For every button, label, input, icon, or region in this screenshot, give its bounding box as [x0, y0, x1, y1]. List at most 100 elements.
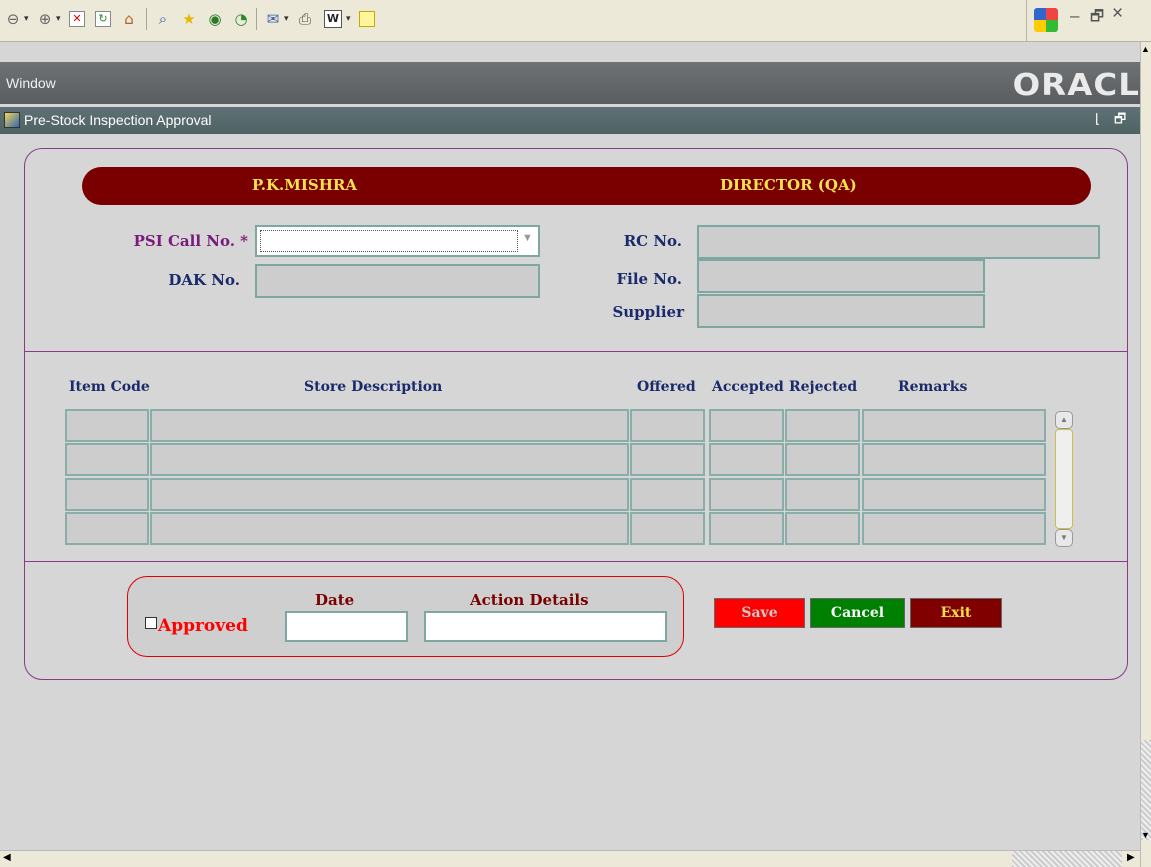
grid-cell[interactable] — [709, 512, 784, 545]
scroll-right-icon[interactable]: ▶ — [1127, 852, 1135, 863]
grid-cell[interactable] — [630, 478, 705, 511]
edit-icon[interactable]: W — [322, 8, 344, 30]
toolbar-separator — [146, 8, 147, 30]
oracle-window-bar: Window ORACL — [0, 62, 1140, 104]
discuss-icon[interactable] — [356, 8, 378, 30]
cancel-button[interactable]: Cancel — [810, 598, 905, 628]
psi-call-select[interactable]: ▼ — [255, 225, 540, 257]
back-dropdown-icon[interactable]: ▾ — [24, 13, 29, 24]
favorites-icon[interactable]: ★ — [178, 8, 200, 30]
psi-call-label: PSI Call No. * — [133, 232, 248, 250]
date-label: Date — [315, 591, 355, 609]
approved-checkbox[interactable] — [145, 617, 157, 629]
grid-cell[interactable] — [709, 409, 784, 442]
grid-cell[interactable] — [862, 512, 1046, 545]
search-icon[interactable]: ⌕ — [152, 8, 174, 30]
col-store-description: Store Description — [304, 379, 443, 395]
grid-cell[interactable] — [862, 478, 1046, 511]
grid-cell[interactable] — [709, 478, 784, 511]
minimize-form-icon[interactable]: ⌊ — [1095, 111, 1100, 127]
file-label: File No. — [616, 270, 683, 288]
col-accepted: Accepted — [712, 379, 784, 395]
grid-cell[interactable] — [65, 478, 149, 511]
approved-label: Approved — [158, 616, 248, 636]
stop-icon[interactable]: ✕ — [66, 8, 88, 30]
grid-cell[interactable] — [630, 409, 705, 442]
home-icon[interactable]: ⌂ — [118, 8, 140, 30]
grid-cell[interactable] — [862, 409, 1046, 442]
form-app-icon — [4, 112, 20, 128]
col-item-code: Item Code — [69, 379, 150, 395]
history-icon[interactable]: ◔ — [230, 8, 252, 30]
grid-cell[interactable] — [862, 443, 1046, 476]
grid-cell[interactable] — [630, 443, 705, 476]
toolbar-separator — [256, 8, 257, 30]
scroll-down-icon[interactable]: ▼ — [1141, 830, 1150, 840]
file-field[interactable] — [697, 259, 985, 293]
grid-cell[interactable] — [709, 443, 784, 476]
save-button[interactable]: Save — [714, 598, 805, 628]
mail-icon[interactable]: ✉ — [262, 8, 284, 30]
dak-label: DAK No. — [168, 271, 240, 289]
user-designation: DIRECTOR (QA) — [720, 176, 857, 194]
supplier-field[interactable] — [697, 294, 985, 328]
grid-cell[interactable] — [630, 512, 705, 545]
grid-cell[interactable] — [150, 409, 629, 442]
focus-ring — [260, 230, 518, 252]
col-rejected: Rejected — [789, 379, 858, 395]
grid-cell[interactable] — [785, 478, 860, 511]
scroll-up-icon[interactable]: ▲ — [1141, 44, 1150, 54]
close-icon[interactable]: × — [1112, 3, 1123, 25]
scroll-track[interactable] — [1012, 851, 1122, 867]
grid-cell[interactable] — [785, 512, 860, 545]
grid-cell[interactable] — [150, 512, 629, 545]
back-icon[interactable]: ⊖ — [2, 8, 24, 30]
grid-scrollbar[interactable]: ▲ ▼ — [1055, 411, 1073, 547]
date-field[interactable] — [285, 611, 408, 642]
user-name: P.K.MISHRA — [252, 176, 358, 194]
print-icon[interactable]: ⎙ — [294, 8, 316, 30]
edit-dropdown-icon[interactable]: ▾ — [346, 13, 351, 24]
divider — [25, 561, 1127, 562]
refresh-icon[interactable]: ↻ — [92, 8, 114, 30]
grid-scroll-down-icon[interactable]: ▼ — [1055, 529, 1073, 547]
rc-field[interactable] — [697, 225, 1100, 259]
toolbar-separator — [1026, 0, 1027, 42]
grid-scroll-up-icon[interactable]: ▲ — [1055, 411, 1073, 429]
grid-scroll-thumb[interactable] — [1055, 429, 1073, 529]
forward-dropdown-icon[interactable]: ▾ — [56, 13, 61, 24]
exit-button[interactable]: Exit — [910, 598, 1002, 628]
form-title-bar: Pre-Stock Inspection Approval ⌊ 🗗 — [0, 107, 1140, 134]
rc-label: RC No. — [623, 232, 682, 250]
horizontal-scrollbar[interactable]: ◀ ▶ — [0, 850, 1140, 867]
user-banner — [82, 167, 1091, 205]
browser-toolbar: ⊖ ▾ ⊕ ▾ ✕ ↻ ⌂ ⌕ ★ ◉ ◔ ✉ ▾ ⎙ W ▾ – 🗗 × — [0, 0, 1151, 42]
grid-cell[interactable] — [150, 443, 629, 476]
scroll-left-icon[interactable]: ◀ — [3, 852, 11, 863]
dak-field[interactable] — [255, 264, 540, 298]
grid-cell[interactable] — [785, 443, 860, 476]
oracle-logo: ORACL — [1012, 68, 1140, 103]
minimize-icon[interactable]: – — [1070, 6, 1079, 26]
action-details-label: Action Details — [470, 591, 589, 609]
form-title: Pre-Stock Inspection Approval — [24, 112, 212, 128]
chevron-down-icon[interactable]: ▼ — [522, 232, 533, 244]
action-details-field[interactable] — [424, 611, 667, 642]
grid-cell[interactable] — [150, 478, 629, 511]
grid-cell[interactable] — [65, 512, 149, 545]
media-icon[interactable]: ◉ — [204, 8, 226, 30]
forward-icon[interactable]: ⊕ — [34, 8, 56, 30]
grid-cell[interactable] — [785, 409, 860, 442]
window-menu[interactable]: Window — [6, 75, 56, 91]
grid-cell[interactable] — [65, 443, 149, 476]
supplier-label: Supplier — [612, 303, 684, 321]
col-offered: Offered — [637, 379, 696, 395]
divider — [25, 351, 1127, 352]
col-remarks: Remarks — [898, 379, 968, 395]
scroll-track[interactable] — [1141, 740, 1151, 840]
windows-logo-icon — [1034, 8, 1058, 32]
mail-dropdown-icon[interactable]: ▾ — [284, 13, 289, 24]
restore-icon[interactable]: 🗗 — [1090, 6, 1104, 31]
maximize-form-icon[interactable]: 🗗 — [1114, 110, 1126, 132]
grid-cell[interactable] — [65, 409, 149, 442]
